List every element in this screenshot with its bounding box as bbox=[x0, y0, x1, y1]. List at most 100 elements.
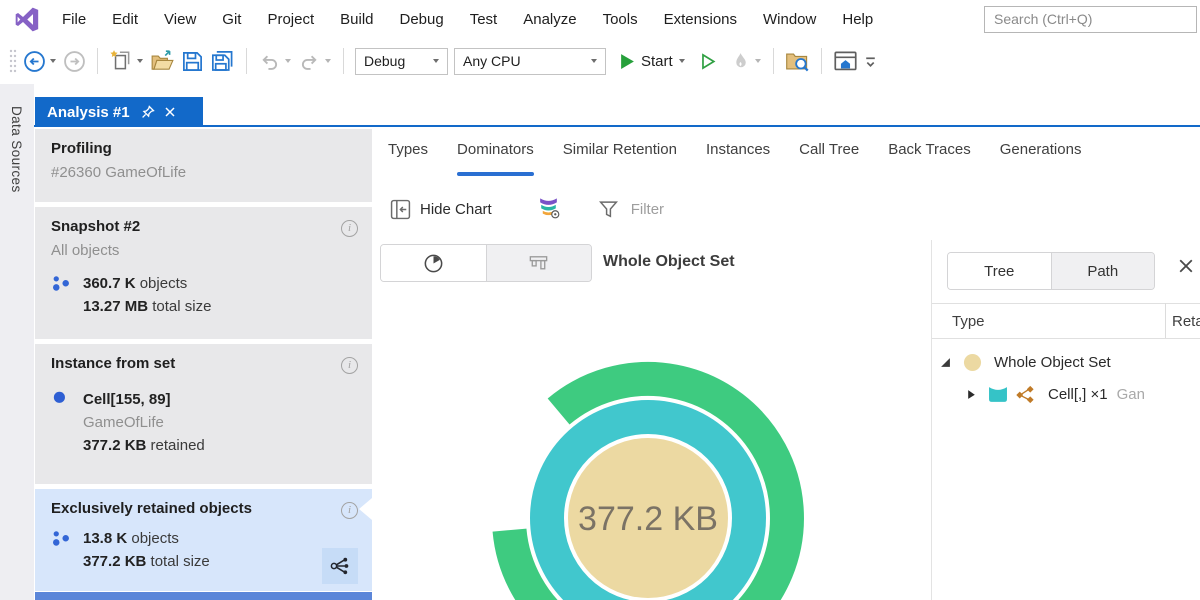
tab-instances[interactable]: Instances bbox=[706, 141, 770, 161]
new-project-dropdown[interactable] bbox=[137, 59, 143, 63]
card-exclusively-retained-objects[interactable]: Exclusively retained objects i 13.8 K ob… bbox=[35, 489, 372, 591]
tab-back-traces[interactable]: Back Traces bbox=[888, 141, 971, 161]
tree-view-button[interactable]: Tree bbox=[948, 253, 1051, 289]
card-title: Instance from set bbox=[51, 355, 356, 372]
navigate-forward-icon[interactable] bbox=[60, 46, 89, 76]
grid-header-border bbox=[932, 338, 1200, 339]
toolbar-separator bbox=[773, 48, 774, 74]
object-set-circle-icon bbox=[963, 353, 982, 372]
instance-namespace: GameOfLife bbox=[83, 414, 164, 431]
menu-analyze[interactable]: Analyze bbox=[523, 11, 576, 28]
navigate-back-dropdown[interactable] bbox=[50, 59, 56, 63]
info-icon[interactable]: i bbox=[341, 502, 358, 519]
pin-icon[interactable] bbox=[141, 105, 155, 119]
toolbar-separator bbox=[97, 48, 98, 74]
objects-label: objects bbox=[140, 275, 188, 292]
instance-dot-icon bbox=[51, 388, 73, 457]
card-snapshot-2[interactable]: Snapshot #2 i All objects 360.7 K object… bbox=[35, 207, 372, 339]
column-divider[interactable] bbox=[1165, 303, 1166, 339]
menu-extensions[interactable]: Extensions bbox=[664, 11, 737, 28]
expander-expanded-icon[interactable] bbox=[940, 357, 951, 368]
card-instance-from-set[interactable]: Instance from set i Cell[155, 89] GameOf… bbox=[35, 344, 372, 484]
hot-reload-dropdown[interactable] bbox=[755, 59, 761, 63]
menu-git[interactable]: Git bbox=[222, 11, 241, 28]
dominators-toolbar: Hide Chart Filter bbox=[390, 195, 664, 224]
objects-dots-icon bbox=[51, 527, 73, 573]
solution-platform-combo[interactable]: Any CPU bbox=[454, 48, 606, 75]
toolbar-separator bbox=[821, 48, 822, 74]
tab-analysis-1[interactable]: Analysis #1 bbox=[35, 97, 203, 127]
save-icon[interactable] bbox=[178, 46, 207, 76]
card-subtitle: #26360 GameOfLife bbox=[51, 164, 356, 181]
search-input[interactable] bbox=[984, 6, 1197, 33]
menu-test[interactable]: Test bbox=[470, 11, 498, 28]
menu-window[interactable]: Window bbox=[763, 11, 816, 28]
menu-view[interactable]: View bbox=[164, 11, 196, 28]
objects-count: 360.7 K bbox=[83, 275, 136, 292]
tree-row-cell-array[interactable]: Cell[,] ×1 Gan bbox=[932, 378, 1165, 410]
open-folder-icon[interactable] bbox=[147, 46, 178, 76]
menu-build[interactable]: Build bbox=[340, 11, 373, 28]
close-icon[interactable] bbox=[164, 106, 176, 118]
menu-project[interactable]: Project bbox=[267, 11, 314, 28]
start-without-debugging-icon[interactable] bbox=[698, 46, 719, 76]
visual-studio-window: File Edit View Git Project Build Debug T… bbox=[0, 0, 1200, 600]
sunburst-view-button[interactable] bbox=[381, 245, 486, 281]
new-project-icon[interactable] bbox=[106, 46, 136, 76]
menu-bar: File Edit View Git Project Build Debug T… bbox=[0, 0, 1200, 38]
tab-types[interactable]: Types bbox=[388, 141, 428, 161]
tab-call-tree[interactable]: Call Tree bbox=[799, 141, 859, 161]
redo-icon[interactable] bbox=[295, 46, 324, 76]
tree-row-whole-object-set[interactable]: Whole Object Set bbox=[932, 346, 1165, 378]
sunburst-icon bbox=[422, 252, 445, 275]
toolbar-drag-grip[interactable] bbox=[6, 46, 20, 76]
menu-file[interactable]: File bbox=[62, 11, 86, 28]
icicle-icon bbox=[527, 252, 550, 275]
data-sources-tool-tab[interactable]: Data Sources bbox=[0, 84, 34, 600]
solution-configuration-combo[interactable]: Debug bbox=[355, 48, 448, 75]
total-size: 13.27 MB bbox=[83, 298, 148, 315]
column-header-type[interactable]: Type bbox=[952, 313, 985, 330]
toolbar-separator bbox=[343, 48, 344, 74]
navigate-back-icon[interactable] bbox=[20, 46, 49, 76]
info-icon[interactable]: i bbox=[341, 220, 358, 237]
path-view-button[interactable]: Path bbox=[1051, 253, 1155, 289]
menu-help[interactable]: Help bbox=[842, 11, 873, 28]
tree-row-namespace: Gan bbox=[1117, 386, 1145, 403]
folder-search-icon[interactable] bbox=[782, 46, 813, 76]
hide-chart-label: Hide Chart bbox=[420, 201, 492, 218]
data-sources-label: Data Sources bbox=[9, 106, 24, 193]
objects-count: 13.8 K bbox=[83, 530, 127, 547]
icicle-view-button[interactable] bbox=[486, 245, 592, 281]
menu-edit[interactable]: Edit bbox=[112, 11, 138, 28]
close-panel-icon[interactable] bbox=[1177, 257, 1195, 275]
save-all-icon[interactable] bbox=[207, 46, 238, 76]
undo-dropdown[interactable] bbox=[285, 59, 291, 63]
start-debug-button[interactable]: Start bbox=[617, 46, 692, 76]
dominators-stack-icon[interactable] bbox=[536, 195, 561, 224]
filter-funnel-icon[interactable] bbox=[599, 200, 618, 219]
hot-reload-icon[interactable] bbox=[727, 46, 754, 76]
tab-generations[interactable]: Generations bbox=[1000, 141, 1082, 161]
card-profiling[interactable]: Profiling #26360 GameOfLife bbox=[35, 129, 372, 202]
panel-divider[interactable] bbox=[931, 240, 932, 600]
filter-label[interactable]: Filter bbox=[631, 201, 664, 218]
retained-graph-button[interactable] bbox=[322, 548, 358, 584]
home-window-icon[interactable] bbox=[830, 46, 861, 76]
toolbar-overflow-icon[interactable] bbox=[861, 46, 880, 76]
undo-icon[interactable] bbox=[255, 46, 284, 76]
redo-dropdown[interactable] bbox=[325, 59, 331, 63]
visual-studio-logo-icon bbox=[14, 6, 41, 33]
tab-dominators[interactable]: Dominators bbox=[457, 141, 534, 161]
expander-collapsed-icon[interactable] bbox=[966, 389, 977, 400]
retained-size: 377.2 KB bbox=[83, 437, 146, 454]
total-size: 377.2 KB bbox=[83, 553, 146, 570]
menu-tools[interactable]: Tools bbox=[603, 11, 638, 28]
class-diamonds-icon bbox=[1015, 385, 1036, 404]
hide-chart-button[interactable]: Hide Chart bbox=[390, 199, 492, 220]
info-icon[interactable]: i bbox=[341, 357, 358, 374]
column-header-retained[interactable]: Reta bbox=[1172, 313, 1200, 330]
tab-similar-retention[interactable]: Similar Retention bbox=[563, 141, 677, 161]
standard-toolbar: Debug Any CPU Start bbox=[0, 38, 1200, 84]
menu-debug[interactable]: Debug bbox=[400, 11, 444, 28]
